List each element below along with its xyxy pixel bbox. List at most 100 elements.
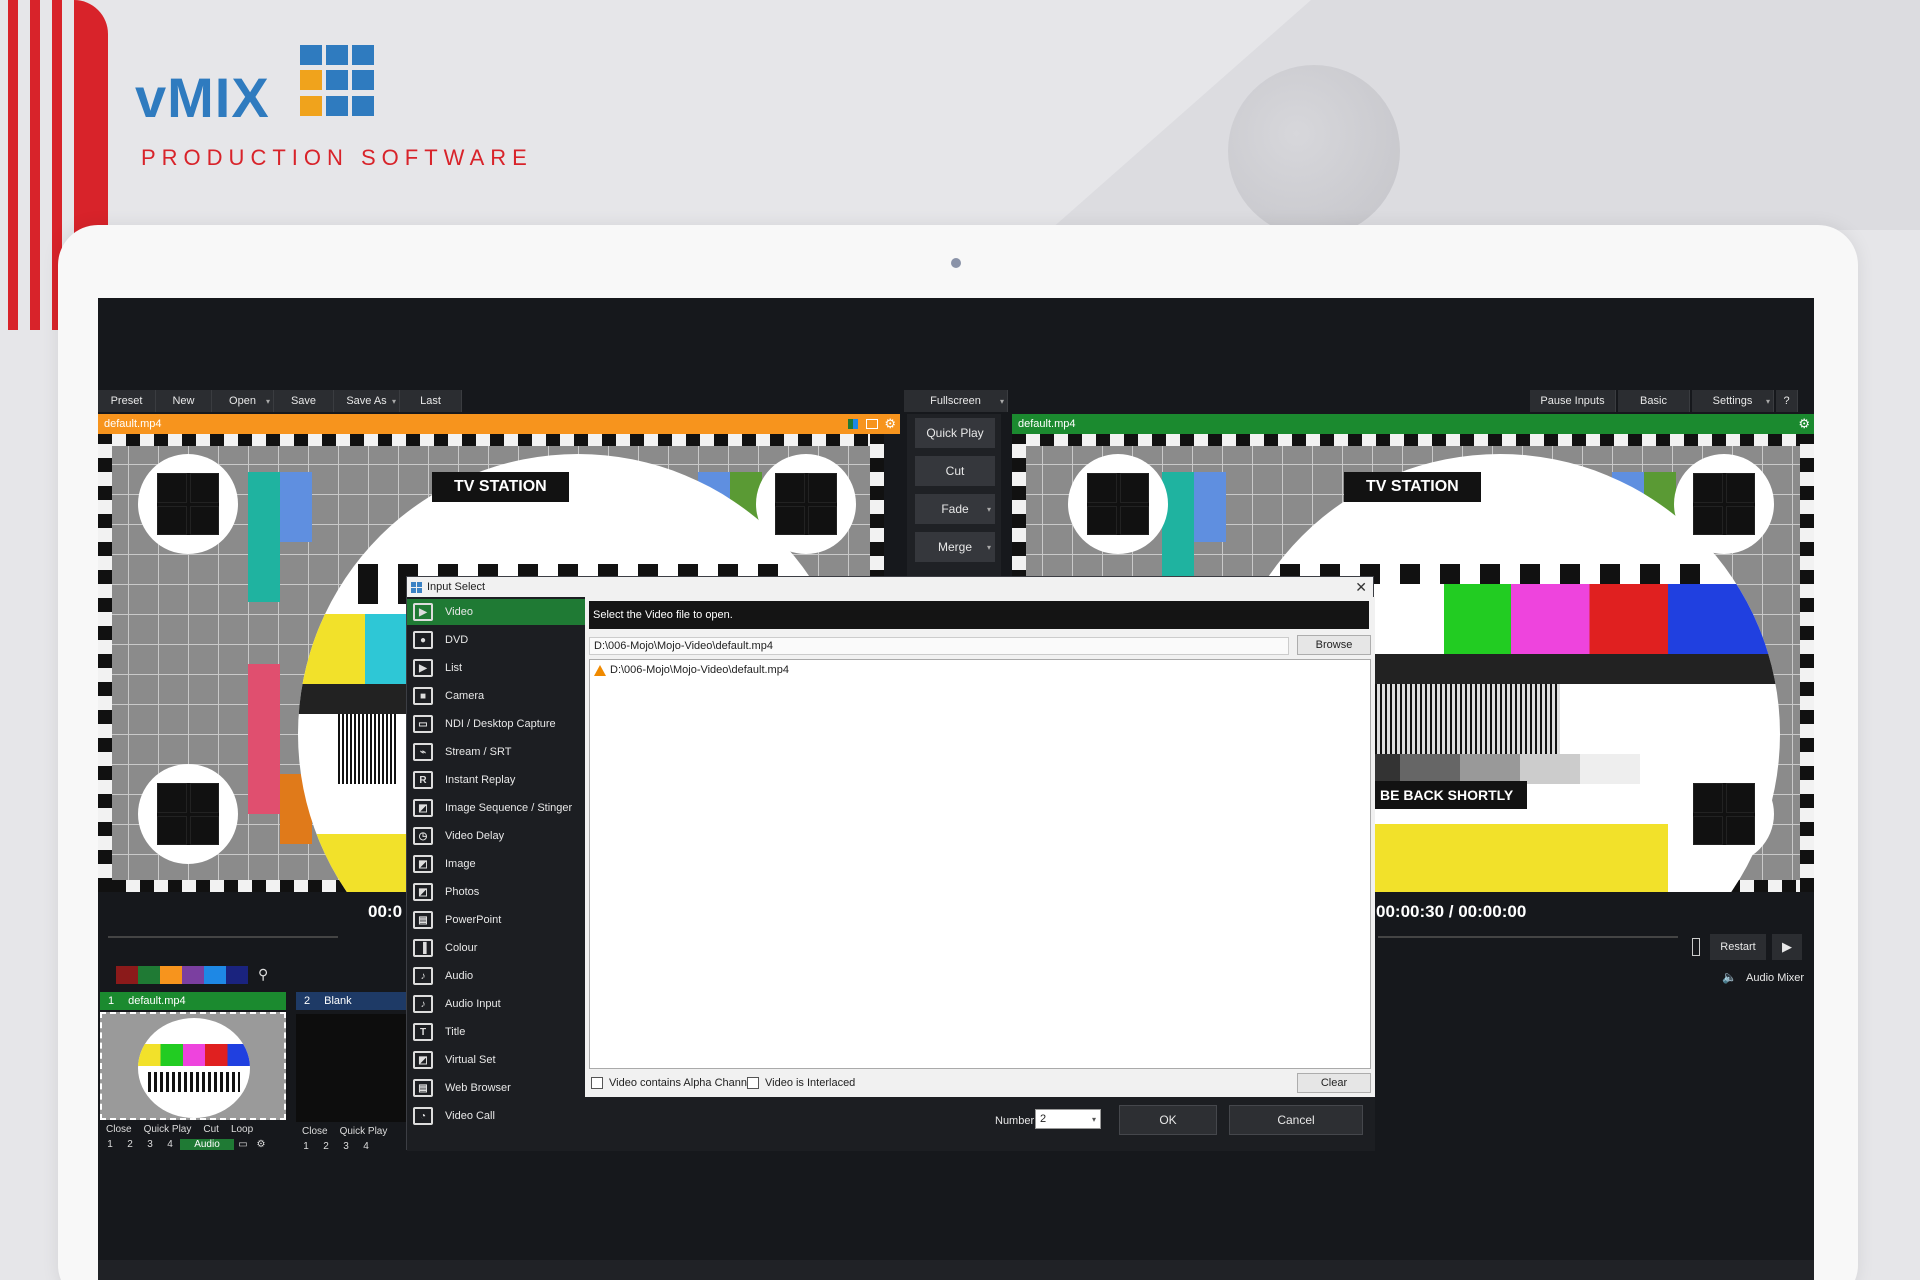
input-1-audio-button[interactable]: Audio (180, 1139, 234, 1150)
file-list-item[interactable]: D:\006-Mojo\Mojo-Video\default.mp4 (594, 664, 789, 676)
input-type-photos[interactable]: ◩ Photos (407, 879, 585, 905)
input-1-control-button[interactable]: Cut (197, 1124, 225, 1135)
audio-icon: ♪ (413, 967, 433, 985)
input-1-control-button[interactable]: Quick Play (138, 1124, 198, 1135)
input-type-stream-srt[interactable]: ⌁ Stream / SRT (407, 739, 585, 765)
fullscreen-button[interactable]: Fullscreen ▾ (904, 390, 1008, 412)
input-type-virtual-set[interactable]: ◩ Virtual Set (407, 1047, 585, 1073)
input-type-instant-replay[interactable]: R Instant Replay (407, 767, 585, 793)
play-icon[interactable]: ▶ (1772, 934, 1802, 960)
powerpoint-icon: ▤ (413, 911, 433, 929)
cut-button[interactable]: Cut (915, 456, 995, 486)
color-swatch[interactable] (204, 966, 226, 984)
input-2-num-1[interactable]: 1 (296, 1141, 316, 1152)
input-type-audio-input[interactable]: ♪ Audio Input (407, 991, 585, 1017)
color-swatch[interactable] (116, 966, 138, 984)
input-2-thumbnail[interactable] (296, 1014, 406, 1122)
file-list-item-label: D:\006-Mojo\Mojo-Video\default.mp4 (610, 664, 789, 676)
input-type-list[interactable]: ▶ List (407, 655, 585, 681)
new-button[interactable]: New (156, 390, 212, 412)
cancel-button[interactable]: Cancel (1229, 1105, 1363, 1135)
settings-button[interactable]: Settings ▾ (1692, 390, 1774, 412)
color-swatch[interactable] (160, 966, 182, 984)
file-path-input[interactable] (589, 637, 1289, 655)
gear-icon[interactable]: ⚙ (252, 1139, 270, 1150)
pattern-border-right (1800, 434, 1814, 892)
monitor-icon[interactable]: ▭ (234, 1139, 252, 1150)
quick-play-button[interactable]: Quick Play (915, 418, 995, 448)
input-1-control-button[interactable]: Loop (225, 1124, 259, 1135)
input-type-camera[interactable]: ■ Camera (407, 683, 585, 709)
last-button[interactable]: Last (400, 390, 462, 412)
input-1-control-button[interactable]: Close (100, 1124, 138, 1135)
fade-button[interactable]: Fade ▾ (915, 494, 995, 524)
preview-filename: default.mp4 (104, 418, 162, 430)
input-2-control-button[interactable]: Close (296, 1126, 334, 1137)
input-card-1[interactable]: 1 default.mp4 Close Quick Play Cut Loop 1 2… (100, 992, 286, 1150)
input-1-num-2[interactable]: 2 (120, 1139, 140, 1150)
preview-seekbar[interactable] (108, 936, 338, 938)
interlaced-option[interactable]: Video is Interlaced (747, 1077, 855, 1089)
input-type-colour[interactable]: ▐ Colour (407, 935, 585, 961)
gear-icon[interactable]: ⚙ (884, 416, 896, 432)
input-type-image-sequence-stinger[interactable]: ◩ Image Sequence / Stinger (407, 795, 585, 821)
preset-button[interactable]: Preset (98, 390, 156, 412)
interlaced-checkbox[interactable] (747, 1077, 759, 1089)
color-swatch[interactable] (182, 966, 204, 984)
logo-tile (326, 45, 348, 65)
color-swatch[interactable] (226, 966, 248, 984)
input-1-num-3[interactable]: 3 (140, 1139, 160, 1150)
input-type-dvd[interactable]: ● DVD (407, 627, 585, 653)
input-2-num-3[interactable]: 3 (336, 1141, 356, 1152)
input-2-num-2[interactable]: 2 (316, 1141, 336, 1152)
merge-button[interactable]: Merge ▾ (915, 532, 995, 562)
input-1-thumbnail[interactable] (100, 1012, 286, 1120)
program-seek-handle[interactable] (1692, 938, 1700, 956)
input-1-num-1[interactable]: 1 (100, 1139, 120, 1150)
clear-button[interactable]: Clear (1297, 1073, 1371, 1093)
gear-icon[interactable]: ⚙ (1798, 416, 1810, 432)
restart-button[interactable]: Restart (1710, 934, 1766, 960)
chevron-down-icon: ▾ (986, 504, 991, 514)
input-2-control-button[interactable]: Quick Play (334, 1126, 394, 1137)
input-type-web-browser[interactable]: ▤ Web Browser (407, 1075, 585, 1101)
pause-inputs-button[interactable]: Pause Inputs (1530, 390, 1616, 412)
chevron-down-icon: ▾ (986, 542, 991, 552)
input-type-ndi-desktop-capture[interactable]: ▭ NDI / Desktop Capture (407, 711, 585, 737)
program-seekbar[interactable] (1378, 936, 1678, 938)
input-type-video-delay[interactable]: ◷ Video Delay (407, 823, 585, 849)
input-type-title[interactable]: T Title (407, 1019, 585, 1045)
new-label: New (172, 395, 195, 407)
input-type-label: Photos (445, 886, 480, 898)
input-type-image[interactable]: ◩ Image (407, 851, 585, 877)
browse-button[interactable]: Browse (1297, 635, 1371, 655)
dialog-content: Select the Video file to open. Browse D:… (585, 597, 1375, 1151)
input-2-num-4[interactable]: 4 (356, 1141, 376, 1152)
audio-mixer-label[interactable]: Audio Mixer (1746, 972, 1804, 984)
vlc-cone-icon (594, 664, 606, 676)
ok-button[interactable]: OK (1119, 1105, 1217, 1135)
alpha-channel-checkbox[interactable] (591, 1077, 603, 1089)
file-list[interactable]: D:\006-Mojo\Mojo-Video\default.mp4 (589, 659, 1371, 1069)
search-icon[interactable]: ⚲ (258, 966, 268, 983)
brand-tagline: PRODUCTION SOFTWARE (141, 145, 533, 170)
color-swatch[interactable] (138, 966, 160, 984)
help-button[interactable]: ? (1776, 390, 1798, 412)
input-type-audio[interactable]: ♪ Audio (407, 963, 585, 989)
input-type-video-call[interactable]: ◔ Video Call (407, 1103, 585, 1129)
basic-button[interactable]: Basic (1618, 390, 1690, 412)
close-icon[interactable]: ✕ (1355, 579, 1367, 596)
number-select[interactable]: 2 ▾ (1035, 1109, 1101, 1129)
instant-replay-icon: R (413, 771, 433, 789)
input-card-2[interactable]: 2 Blank Close Quick Play 1 2 3 4 (296, 992, 406, 1152)
input-type-video[interactable]: ▶ Video (407, 599, 585, 625)
input-1-num-4[interactable]: 4 (160, 1139, 180, 1150)
preview-layout-icon[interactable] (866, 419, 878, 429)
input-type-powerpoint[interactable]: ▤ PowerPoint (407, 907, 585, 933)
open-button[interactable]: Open ▾ (212, 390, 274, 412)
preview-color-icon[interactable] (848, 419, 858, 429)
alpha-channel-option[interactable]: Video contains Alpha Channel (591, 1077, 756, 1089)
save-button[interactable]: Save (274, 390, 334, 412)
speaker-icon[interactable]: 🔈 (1722, 970, 1737, 984)
save-as-button[interactable]: Save As ▾ (334, 390, 400, 412)
